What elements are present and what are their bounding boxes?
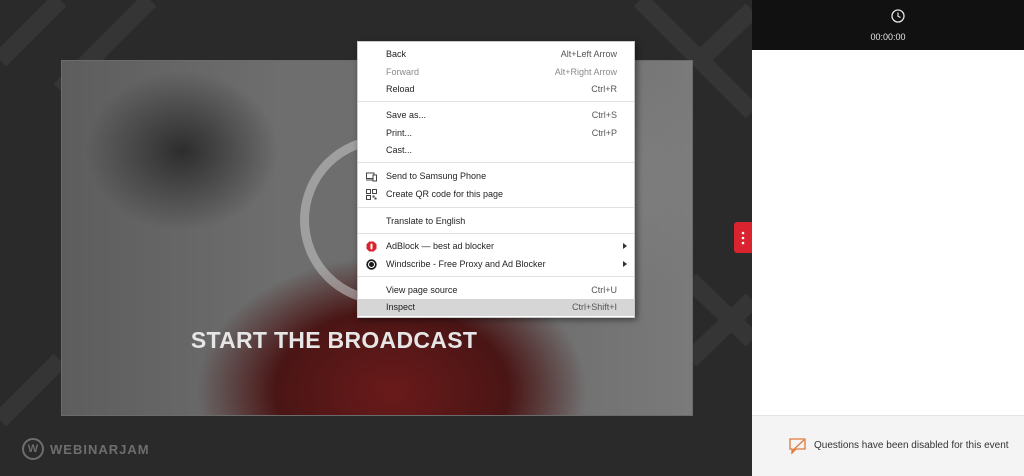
elapsed-timer: 00:00:00 — [870, 32, 906, 42]
menu-separator — [358, 233, 634, 234]
menu-item-label: Save as... — [386, 110, 427, 120]
menu-item-forward[interactable]: Forward Alt+Right Arrow — [358, 64, 634, 81]
menu-item-label: Create QR code for this page — [386, 189, 504, 199]
qr-code-icon — [366, 189, 377, 200]
logo-text: WEBINARJAM — [50, 441, 150, 457]
menu-item-label: View page source — [386, 285, 458, 295]
menu-item-translate[interactable]: Translate to English — [358, 213, 634, 230]
menu-item-shortcut: Ctrl+U — [591, 285, 617, 295]
menu-item-shortcut: Ctrl+P — [591, 128, 617, 138]
context-menu: Back Alt+Left Arrow Forward Alt+Right Ar… — [357, 41, 635, 318]
menu-item-label: Back — [386, 49, 407, 59]
menu-item-shortcut: Ctrl+S — [591, 110, 617, 120]
panel-menu-button[interactable] — [734, 222, 752, 253]
menu-item-cast[interactable]: Cast... — [358, 142, 634, 159]
menu-item-shortcut: Ctrl+R — [591, 84, 617, 94]
menu-item-label: Forward — [386, 67, 420, 77]
adblock-icon — [366, 241, 377, 252]
menu-item-label: Print... — [386, 128, 413, 138]
menu-item-print[interactable]: Print... Ctrl+P — [358, 125, 634, 142]
menu-item-reload[interactable]: Reload Ctrl+R — [358, 81, 634, 98]
menu-item-label: Reload — [386, 84, 415, 94]
side-panel: 00:00:00 Questions have been disabled fo… — [752, 0, 1024, 476]
menu-item-qr-code[interactable]: Create QR code for this page — [358, 186, 634, 203]
webinarjam-logo-icon: W — [22, 438, 44, 460]
menu-separator — [358, 207, 634, 208]
questions-disabled-text: Questions have been disabled for this ev… — [814, 440, 1009, 451]
menu-item-view-source[interactable]: View page source Ctrl+U — [358, 282, 634, 299]
menu-item-label: Cast... — [386, 145, 413, 155]
menu-item-adblock[interactable]: AdBlock — best ad blocker — [358, 238, 634, 255]
menu-separator — [358, 276, 634, 277]
menu-item-label: Send to Samsung Phone — [386, 171, 487, 181]
menu-item-label: Windscribe - Free Proxy and Ad Blocker — [386, 259, 546, 269]
menu-item-shortcut: Alt+Left Arrow — [560, 49, 617, 59]
menu-item-label: AdBlock — best ad blocker — [386, 241, 495, 251]
menu-separator — [358, 162, 634, 163]
menu-item-back[interactable]: Back Alt+Left Arrow — [358, 46, 634, 63]
questions-disabled-icon — [789, 438, 806, 455]
menu-item-shortcut: Alt+Right Arrow — [554, 67, 617, 77]
menu-item-shortcut: Ctrl+Shift+I — [571, 302, 617, 312]
submenu-arrow-icon — [623, 261, 627, 267]
menu-item-send-to-phone[interactable]: Send to Samsung Phone — [358, 168, 634, 185]
menu-item-windscribe[interactable]: Windscribe - Free Proxy and Ad Blocker — [358, 256, 634, 273]
clock-icon — [891, 9, 905, 23]
menu-item-save-as[interactable]: Save as... Ctrl+S — [358, 107, 634, 124]
vertical-dots-icon — [741, 231, 745, 244]
start-broadcast-label[interactable]: START THE BROADCAST — [62, 327, 692, 354]
menu-separator — [358, 101, 634, 102]
send-to-device-icon — [366, 172, 377, 182]
submenu-arrow-icon — [623, 243, 627, 249]
menu-item-inspect[interactable]: Inspect Ctrl+Shift+I — [358, 299, 634, 316]
panel-header: 00:00:00 — [752, 0, 1024, 50]
menu-item-label: Inspect — [386, 302, 416, 312]
windscribe-icon — [366, 259, 377, 270]
webinarjam-logo: W WEBINARJAM — [22, 438, 150, 460]
menu-item-label: Translate to English — [386, 216, 466, 226]
